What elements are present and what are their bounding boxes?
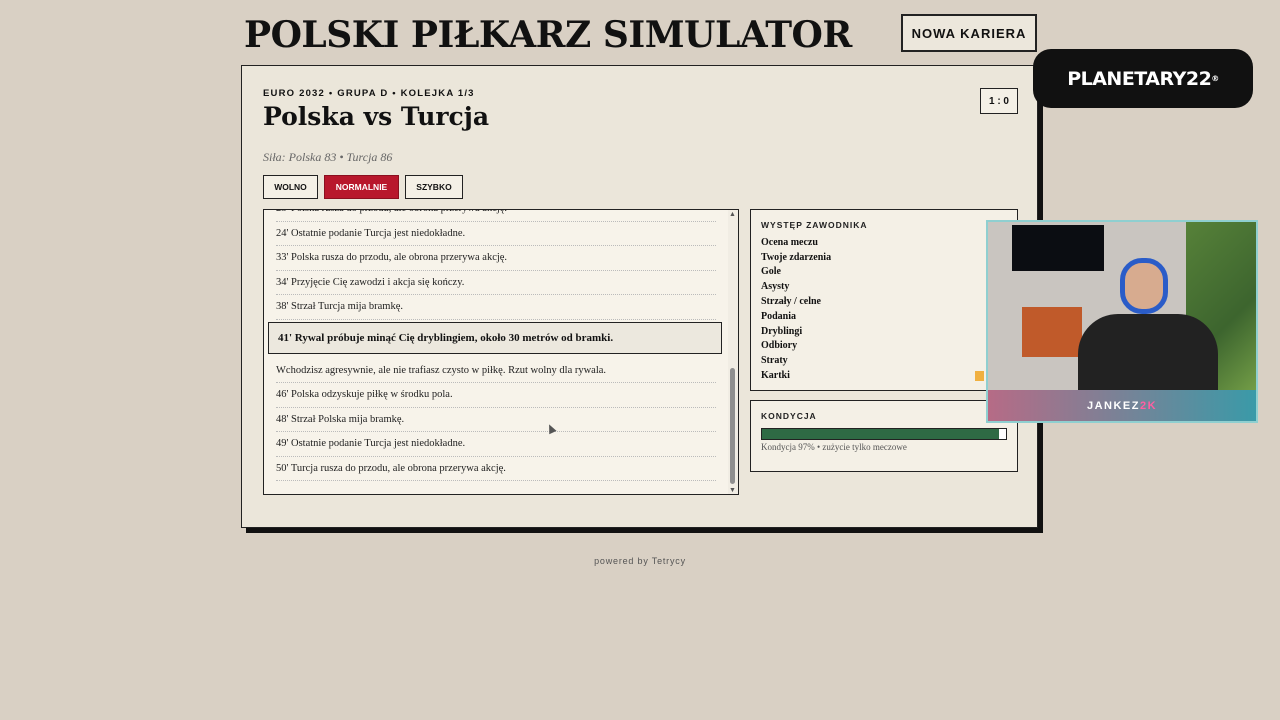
webcam-tv [1012,225,1104,271]
app-title: POLSKI PIŁKARZ SIMULATOR [244,14,852,56]
streamer-label: JANKEZ 2K [988,390,1256,421]
webcam-cabinet [1022,307,1082,357]
stat-row: Twoje zdarzenia [761,250,1011,265]
stat-label: Twoje zdarzenia [761,251,832,263]
player-performance-panel: WYSTĘP ZAWODNIKA Ocena meczu Twoje zdarz… [750,209,1018,391]
speed-normal-button[interactable]: NORMALNIE [324,175,399,199]
condition-heading: KONDYCJA [761,411,817,421]
stat-row: Odbiory [761,339,1011,354]
log-scrollbar[interactable]: ▲ ▼ [728,210,738,494]
scroll-up-icon[interactable]: ▲ [729,210,736,218]
log-item: 46' Polska odzyskuje piłkę w środku pola… [276,383,716,408]
stat-label: Straty [761,355,788,367]
log-item: 24' Ostatnie podanie Turcja jest niedokł… [276,222,716,246]
speed-fast-button[interactable]: SZYBKO [405,175,463,199]
match-eyebrow: EURO 2032 • GRUPA D • KOLEJKA 1/3 [263,88,475,99]
log-item: 23' Polska rusza do przodu, ale obrona p… [276,210,716,222]
stat-row: Asysty [761,279,1011,294]
stat-label: Asysty [761,281,790,293]
condition-panel: KONDYCJA Kondycja 97% • zużycie tylko me… [750,400,1018,472]
log-item: 34' Przyjęcie Cię zawodzi i akcja się ko… [276,271,716,295]
webcam-person-body [1078,314,1218,394]
performance-heading: WYSTĘP ZAWODNIKA [761,220,868,230]
log-item: 33' Polska rusza do przodu, ale obrona p… [276,246,716,271]
stat-label: Ocena meczu [761,236,818,248]
score-badge: 1 : 0 [980,88,1018,114]
stat-row: Dryblingi [761,324,1011,339]
condition-text: Kondycja 97% • zużycie tylko meczowe [761,442,907,452]
log-highlight-event: 41' Rywal próbuje minąć Cię dryblingiem,… [268,321,722,354]
new-career-button[interactable]: NOWA KARIERA [901,14,1037,52]
stat-row: Kartki 1 [761,368,1011,383]
yellow-card-icon [974,370,984,381]
stat-label: Podania [761,310,797,322]
log-item: 48' Strzał Polska mija bramkę. [276,408,716,432]
team-strength: Siła: Polska 83 • Turcja 86 [263,150,393,164]
stat-row: Straty [761,353,1011,368]
log-item: 49' Ostatnie podanie Turcja jest niedokł… [276,432,716,457]
log-item: 50' Turcja rusza do przodu, ale obrona p… [276,457,716,481]
stat-row: Ocena meczu [761,235,1011,250]
speed-slow-button[interactable]: WOLNO [263,175,318,199]
stat-row: Strzały / celne [761,294,1011,309]
powered-by: powered by Tetrycy [594,556,686,566]
registered-mark: ® [1211,74,1219,83]
scroll-thumb[interactable] [730,368,735,484]
log-item: 38' Strzał Turcja mija bramkę. [276,295,716,320]
webcam-person-head [1120,258,1168,314]
stat-row: Gole [761,265,1011,280]
stat-label: Kartki [761,370,790,382]
sponsor-logo: PLANETARY22 ® [1033,49,1253,108]
log-item: Wchodzisz agresywnie, ale nie trafiasz c… [276,359,716,383]
stat-label: Strzały / celne [761,296,821,308]
webcam-overlay: JANKEZ 2K [986,220,1258,423]
streamer-suffix: 2K [1139,399,1158,412]
stat-label: Gole [761,266,781,278]
scroll-down-icon[interactable]: ▼ [729,486,736,494]
condition-bar [761,428,1007,440]
stat-row: Podania [761,309,1011,324]
stat-label: Dryblingi [761,325,803,337]
match-card: EURO 2032 • GRUPA D • KOLEJKA 1/3 Polska… [241,65,1038,528]
stat-label: Odbiory [761,340,798,352]
match-log[interactable]: 23' Polska rusza do przodu, ale obrona p… [263,209,739,495]
condition-bar-fill [762,429,999,439]
speed-controls: WOLNO NORMALNIE SZYBKO [263,175,463,199]
sponsor-name: PLANETARY22 [1067,67,1212,90]
streamer-name: JANKEZ [1086,399,1140,412]
match-title: Polska vs Turcja [263,102,490,131]
